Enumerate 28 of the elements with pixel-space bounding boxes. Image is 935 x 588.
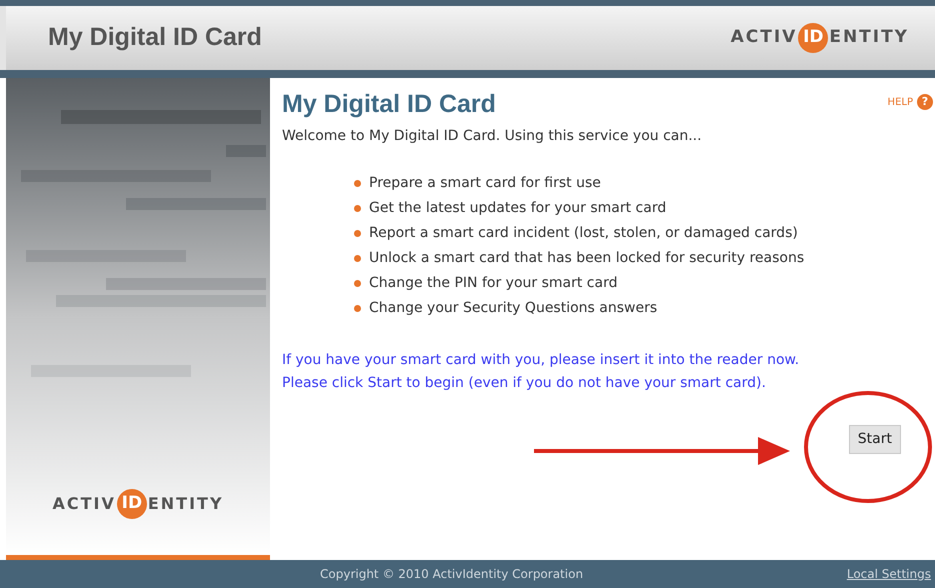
start-button[interactable]: Start (848, 425, 901, 454)
feature-item: Report a smart card incident (lost, stolen, or damaged cards) (369, 224, 798, 243)
logo-text: ENTITY (148, 493, 224, 515)
page-title: My Digital ID Card (282, 89, 496, 120)
bullet-icon (354, 205, 361, 212)
app-title: My Digital ID Card (48, 22, 262, 54)
feature-item: Get the latest updates for your smart card (369, 199, 666, 218)
logo-mark: ID (116, 489, 147, 519)
help-link[interactable]: HELP ? (888, 94, 933, 110)
instruction-text: If you have your smart card with you, please insert it into the reader now. (282, 351, 800, 370)
logo-text: ENTITY (829, 26, 909, 50)
local-settings-link[interactable]: Local Settings (846, 565, 931, 583)
feature-item: Prepare a smart card for first use (369, 174, 601, 193)
bullet-icon (354, 180, 361, 187)
bullet-icon (354, 230, 361, 237)
bullet-icon (354, 280, 361, 287)
intro-text: Welcome to My Digital ID Card. Using this service you can... (282, 127, 702, 146)
bullet-icon (354, 305, 361, 312)
bullet-icon (354, 255, 361, 262)
logo-text: ACTIV (730, 26, 798, 50)
feature-item: Change the PIN for your smart card (369, 274, 618, 293)
logo-text: ACTIV (52, 493, 116, 515)
help-icon: ? (917, 94, 933, 110)
logo-mark: ID (798, 23, 828, 53)
copyright-text: Copyright © 2010 ActivIdentity Corporation (320, 566, 584, 583)
feature-item: Change your Security Questions answers (369, 299, 658, 318)
instruction-text: Please click Start to begin (even if you do not have your smart card). (282, 374, 766, 393)
feature-item: Unlock a smart card that has been locked for security reasons (369, 249, 804, 268)
